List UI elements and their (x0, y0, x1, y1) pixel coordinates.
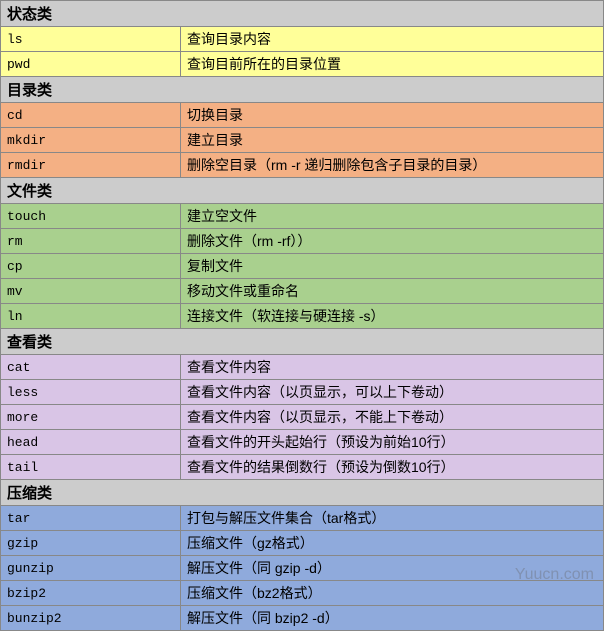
description-cell: 查看文件内容（以页显示，可以上下卷动） (181, 380, 604, 405)
description-cell: 解压文件（同 bzip2 -d） (181, 606, 604, 631)
table-row: pwd查询目前所在的目录位置 (1, 52, 604, 77)
description-cell: 查看文件内容 (181, 355, 604, 380)
command-cell: bzip2 (1, 581, 181, 606)
description-cell: 连接文件（软连接与硬连接 -s） (181, 304, 604, 329)
command-cell: tar (1, 506, 181, 531)
command-cell: ln (1, 304, 181, 329)
command-cell: touch (1, 204, 181, 229)
command-cell: cd (1, 103, 181, 128)
table-row: rm删除文件（rm -rf）） (1, 229, 604, 254)
command-reference-table: 状态类ls查询目录内容pwd查询目前所在的目录位置目录类cd切换目录mkdir建… (0, 0, 604, 631)
command-cell: mkdir (1, 128, 181, 153)
table-row: gzip压缩文件（gz格式） (1, 531, 604, 556)
description-cell: 查询目录内容 (181, 27, 604, 52)
command-cell: bunzip2 (1, 606, 181, 631)
description-cell: 查看文件内容（以页显示，不能上下卷动） (181, 405, 604, 430)
command-cell: gunzip (1, 556, 181, 581)
description-cell: 压缩文件（bz2格式） (181, 581, 604, 606)
description-cell: 查看文件的结果倒数行（预设为倒数10行） (181, 455, 604, 480)
section-header: 文件类 (1, 178, 604, 204)
table-row: more查看文件内容（以页显示，不能上下卷动） (1, 405, 604, 430)
section-header: 查看类 (1, 329, 604, 355)
command-cell: head (1, 430, 181, 455)
command-cell: ls (1, 27, 181, 52)
table-row: mkdir建立目录 (1, 128, 604, 153)
command-cell: gzip (1, 531, 181, 556)
command-cell: pwd (1, 52, 181, 77)
command-cell: rm (1, 229, 181, 254)
command-cell: mv (1, 279, 181, 304)
description-cell: 复制文件 (181, 254, 604, 279)
description-cell: 删除文件（rm -rf）） (181, 229, 604, 254)
table-row: ls查询目录内容 (1, 27, 604, 52)
description-cell: 移动文件或重命名 (181, 279, 604, 304)
table-row: tail查看文件的结果倒数行（预设为倒数10行） (1, 455, 604, 480)
command-cell: cp (1, 254, 181, 279)
table-row: ln连接文件（软连接与硬连接 -s） (1, 304, 604, 329)
table-row: bzip2压缩文件（bz2格式） (1, 581, 604, 606)
table-row: rmdir删除空目录（rm -r 递归删除包含子目录的目录） (1, 153, 604, 178)
description-cell: 建立空文件 (181, 204, 604, 229)
description-cell: 删除空目录（rm -r 递归删除包含子目录的目录） (181, 153, 604, 178)
command-cell: tail (1, 455, 181, 480)
section-header: 目录类 (1, 77, 604, 103)
table-row: gunzip解压文件（同 gzip -d） (1, 556, 604, 581)
table-row: bunzip2解压文件（同 bzip2 -d） (1, 606, 604, 631)
description-cell: 打包与解压文件集合（tar格式） (181, 506, 604, 531)
table-row: cd切换目录 (1, 103, 604, 128)
command-cell: cat (1, 355, 181, 380)
table-row: mv移动文件或重命名 (1, 279, 604, 304)
description-cell: 解压文件（同 gzip -d） (181, 556, 604, 581)
table-row: touch建立空文件 (1, 204, 604, 229)
section-header: 状态类 (1, 1, 604, 27)
table-row: tar打包与解压文件集合（tar格式） (1, 506, 604, 531)
description-cell: 切换目录 (181, 103, 604, 128)
command-cell: less (1, 380, 181, 405)
description-cell: 建立目录 (181, 128, 604, 153)
table-row: cat查看文件内容 (1, 355, 604, 380)
command-cell: more (1, 405, 181, 430)
command-cell: rmdir (1, 153, 181, 178)
description-cell: 查看文件的开头起始行（预设为前始10行） (181, 430, 604, 455)
description-cell: 查询目前所在的目录位置 (181, 52, 604, 77)
description-cell: 压缩文件（gz格式） (181, 531, 604, 556)
section-header: 压缩类 (1, 480, 604, 506)
table-row: head查看文件的开头起始行（预设为前始10行） (1, 430, 604, 455)
table-row: cp复制文件 (1, 254, 604, 279)
table-row: less查看文件内容（以页显示，可以上下卷动） (1, 380, 604, 405)
